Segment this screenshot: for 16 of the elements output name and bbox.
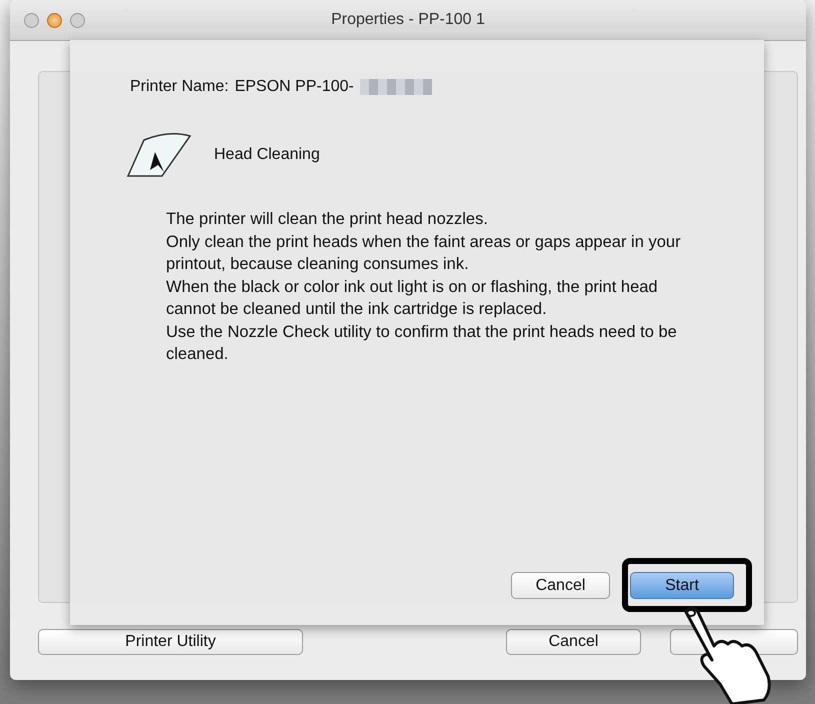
- cancel-button[interactable]: Cancel: [511, 572, 610, 599]
- printer-name-value: EPSON PP-100-: [234, 78, 354, 96]
- start-button[interactable]: Start: [630, 572, 734, 599]
- zoom-button[interactable]: [70, 12, 85, 28]
- window-title: Properties - PP-100 1: [331, 11, 485, 29]
- minimize-button[interactable]: [47, 12, 62, 28]
- print-head-icon: [124, 132, 194, 178]
- printer-name-label: Printer Name:: [130, 78, 229, 96]
- dialog-heading: Head Cleaning: [214, 146, 320, 164]
- footer-button[interactable]: Cancel: [506, 629, 641, 655]
- instruction-text: Use the Nozzle Check utility to confirm that the print heads need to be cleaned.: [166, 322, 678, 365]
- instruction-text: The printer will clean the print head nozzles.: [166, 209, 489, 230]
- instruction-text: Only clean the print heads when the faint areas or gaps appear in your printout, because cleaning consumes ink.: [166, 232, 682, 275]
- close-button[interactable]: [24, 12, 39, 28]
- footer-button[interactable]: Printer Utility: [38, 629, 303, 655]
- instruction-text: When the black or color ink out light is on or flashing, the print head cannot be cleaned until the ink cartridge is replaced.: [166, 276, 659, 320]
